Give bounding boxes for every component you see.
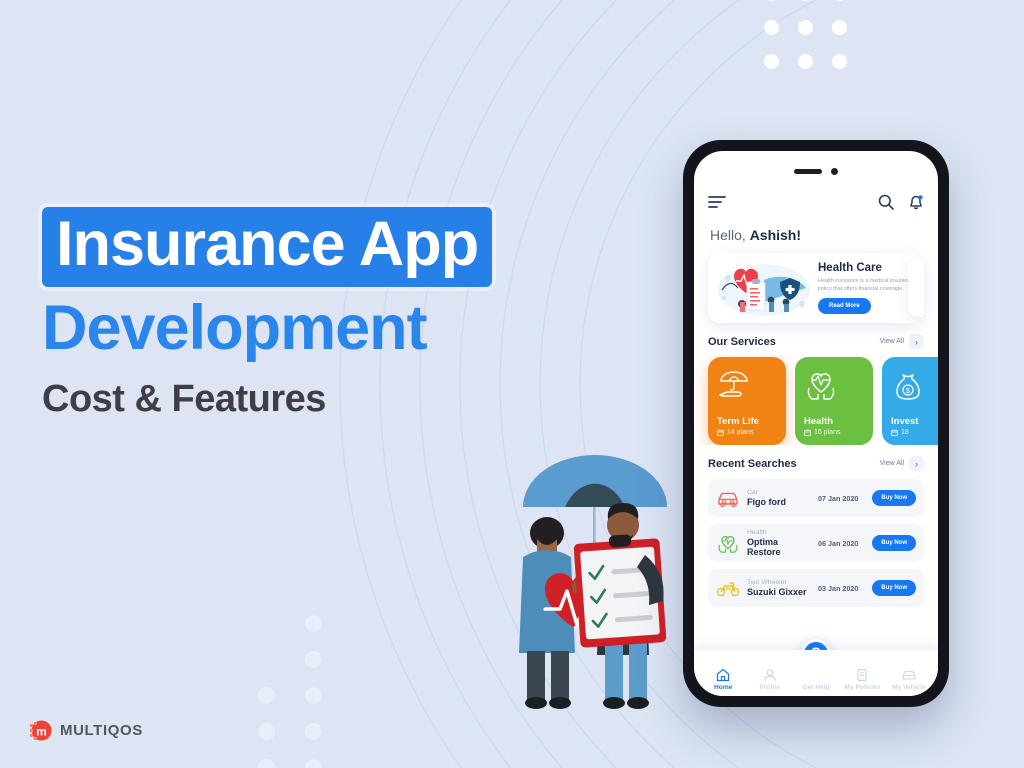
subheadline: Cost & Features: [42, 378, 326, 421]
our-services-title: Our Services: [708, 335, 776, 348]
speaker-grill-icon: [794, 168, 822, 174]
front-camera-icon: [831, 167, 838, 175]
svg-text:$: $: [906, 388, 910, 395]
buy-now-button[interactable]: Buy Now: [872, 490, 916, 506]
heart-hands-icon: [716, 533, 740, 553]
svg-text:m: m: [36, 725, 47, 739]
greeting-name: Ashish!: [749, 227, 802, 243]
tab-label: Profile: [759, 684, 780, 691]
banner-stage: Insurance App Development Cost & Feature…: [0, 0, 1024, 768]
recent-search-date: 07 Jan 2020: [817, 493, 859, 503]
recent-search-name: Figo ford: [747, 497, 786, 507]
calendar-icon: [717, 429, 724, 436]
greeting: Hello, Ashish!: [694, 217, 938, 249]
headline-line-2: Development: [42, 293, 428, 363]
service-name: Invest: [891, 416, 919, 427]
phone-mockup: Hello, Ashish! Health Care Health insura…: [683, 140, 949, 707]
health-care-title: Health Care: [818, 261, 882, 274]
services-carousel[interactable]: Term Life 14 plans Health 16 plans $ Inv…: [694, 355, 938, 445]
service-plans: 18: [891, 429, 938, 436]
headline-block: Insurance App Development Cost & Feature…: [42, 207, 662, 421]
brand-name: MULTIQOS: [60, 722, 143, 739]
chevron-right-icon[interactable]: ›: [909, 334, 924, 349]
car-icon: [902, 671, 916, 680]
service-plans: 16 plans: [804, 429, 864, 436]
headline-highlight-badge: Insurance App: [42, 207, 493, 287]
our-services-header: Our Services View All ›: [694, 323, 938, 355]
service-name: Term Life: [717, 416, 760, 427]
recent-searches-list: Car Figo ford 07 Jan 2020 Buy Now Health…: [694, 477, 938, 607]
tab-my-vehicle[interactable]: My Vehicle: [886, 668, 932, 691]
money-bag-icon: $: [891, 368, 938, 407]
tab-my-policies[interactable]: My Policies: [839, 668, 885, 691]
tab-home[interactable]: Home: [700, 668, 746, 691]
document-icon: [857, 669, 868, 682]
phone-notch: [694, 151, 938, 187]
recent-search-category: Two Wheeler: [747, 579, 787, 586]
recent-search-name: Suzuki Gixxer: [747, 587, 807, 597]
tab-label: Home: [714, 684, 733, 691]
service-plans: 14 plans: [717, 429, 777, 436]
service-card-invest[interactable]: $ Invest 18: [882, 357, 938, 445]
tab-label: Get Help: [802, 684, 830, 691]
recent-search-date: 03 Jan 2020: [817, 583, 859, 593]
recent-searches-title: Recent Searches: [708, 457, 797, 470]
health-care-hero-card[interactable]: Health Care Health insurance is a medica…: [708, 253, 924, 323]
headline-highlight-text: Insurance App: [56, 209, 479, 279]
recent-searches-header: Recent Searches View All ›: [694, 445, 938, 477]
umbrella-hand-icon: [717, 368, 777, 407]
app-bar: [694, 187, 938, 217]
multiqos-mark-icon: m: [28, 718, 53, 743]
greeting-prefix: Hello,: [710, 227, 750, 243]
calendar-icon: [891, 429, 898, 436]
calendar-icon: [804, 429, 811, 436]
services-view-all-link[interactable]: View All: [880, 338, 904, 345]
phone-screen: Hello, Ashish! Health Care Health insura…: [694, 151, 938, 696]
health-care-description: Health insurance is a medical insurance …: [818, 277, 914, 292]
bell-icon[interactable]: [908, 194, 924, 211]
tab-label: My Vehicle: [891, 684, 926, 691]
buy-now-button[interactable]: Buy Now: [872, 580, 916, 596]
health-care-illustration: [716, 258, 812, 318]
service-name: Health: [804, 416, 834, 427]
service-card-term-life[interactable]: Term Life 14 plans: [708, 357, 786, 445]
scooter-icon: [716, 579, 740, 597]
hamburger-menu-icon[interactable]: [708, 195, 726, 209]
tab-profile[interactable]: Profile: [746, 668, 792, 691]
bottom-tab-bar: Home Profile Get Help My Policies My Veh…: [694, 650, 938, 696]
brand-logo: m MULTIQOS: [28, 718, 143, 743]
recent-search-category: Car: [747, 489, 758, 496]
car-icon: [716, 490, 740, 507]
carousel-next-card-peek: [908, 259, 924, 317]
buy-now-button[interactable]: Buy Now: [872, 535, 916, 551]
insurance-couple-illustration: [505, 447, 685, 714]
chevron-right-icon[interactable]: ›: [909, 456, 924, 471]
recent-view-all-link[interactable]: View All: [880, 460, 904, 467]
recent-search-row[interactable]: Car Figo ford 07 Jan 2020 Buy Now: [708, 479, 924, 517]
recent-search-name: Optima Restore: [747, 537, 781, 557]
recent-search-row[interactable]: Two Wheeler Suzuki Gixxer 03 Jan 2020 Bu…: [708, 569, 924, 607]
recent-search-category: Health: [747, 529, 767, 536]
heart-hands-icon: [804, 368, 864, 407]
search-icon[interactable]: [878, 194, 894, 210]
service-card-health[interactable]: Health 16 plans: [795, 357, 873, 445]
tab-label: My Policies: [844, 684, 881, 691]
tab-get-help[interactable]: Get Help: [793, 668, 839, 691]
recent-search-row[interactable]: Health Optima Restore 06 Jan 2020 Buy No…: [708, 524, 924, 562]
read-more-button[interactable]: Read More: [818, 298, 871, 315]
recent-search-date: 06 Jan 2020: [817, 538, 859, 548]
health-care-body: Health Care Health insurance is a medica…: [812, 262, 916, 315]
home-icon: [717, 668, 730, 682]
person-icon: [763, 669, 776, 681]
